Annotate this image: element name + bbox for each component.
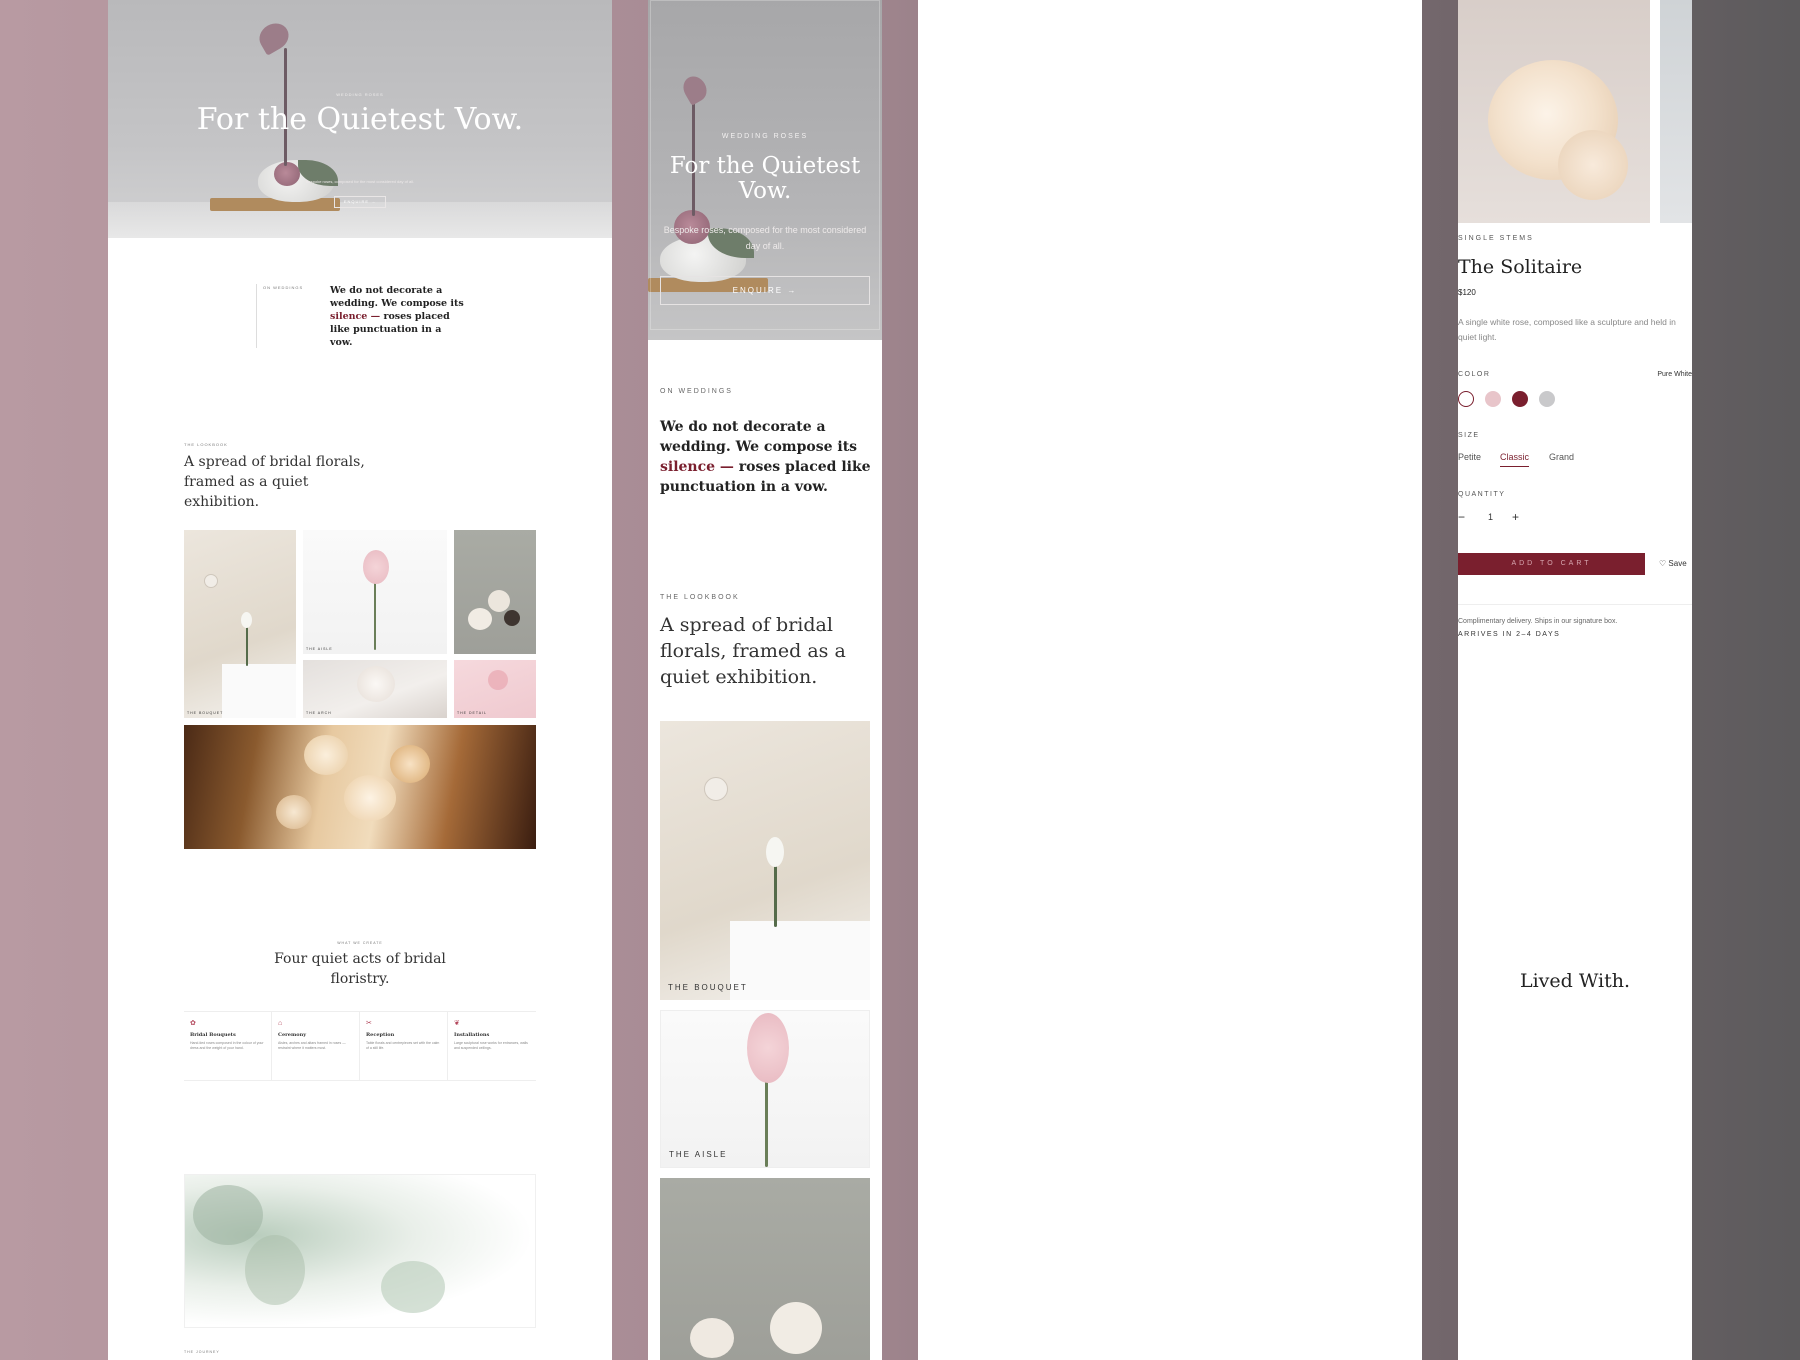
section-label: WHAT WE CREATE bbox=[337, 941, 383, 945]
section-label: THE JOURNEY bbox=[184, 1350, 220, 1354]
lookbook-photo-bouquet[interactable]: THE BOUQUET bbox=[184, 530, 296, 718]
enquire-button[interactable]: ENQUIRE → bbox=[334, 196, 386, 208]
add-to-cart-button[interactable]: ADD TO CART bbox=[1458, 553, 1645, 575]
desktop-home-panel: WEDDING ROSES For the Quietest Vow. Besp… bbox=[108, 0, 612, 1360]
lookbook-title: A spread of bridal florals, framed as a … bbox=[184, 454, 365, 510]
quantity-value[interactable]: 1 bbox=[1488, 512, 1493, 522]
lookbook-photo-arch[interactable]: THE ARCH bbox=[303, 660, 447, 718]
service-name: Installations bbox=[454, 1032, 490, 1038]
manifesto-text: We do not decorate a wedding. We compose… bbox=[330, 285, 464, 348]
manifesto-text: We do not decorate a wedding. We compose… bbox=[660, 419, 871, 495]
product-description: A single white rose, composed like a scu… bbox=[1458, 317, 1676, 342]
photo-caption: THE BOUQUET bbox=[187, 711, 224, 715]
hero-subtitle: Bespoke roses, composed for the most con… bbox=[663, 225, 867, 251]
lookbook-photo-aisle[interactable]: THE AISLE bbox=[303, 530, 447, 654]
hero-title: For the Quietest Vow. bbox=[669, 153, 861, 204]
service-description: Table florals and centrepieces set with … bbox=[366, 1041, 440, 1050]
hero-subtitle: Bespoke roses, composed for the most con… bbox=[305, 179, 415, 184]
swatch-burgundy[interactable] bbox=[1512, 391, 1528, 407]
hero-title: For the Quietest Vow. bbox=[196, 102, 524, 137]
lookbook-title: A spread of bridal florals, framed as a … bbox=[660, 614, 846, 688]
product-image-thumbnail[interactable] bbox=[1660, 0, 1692, 223]
utensils-icon: ✂ bbox=[366, 1020, 372, 1027]
service-name: Bridal Bouquets bbox=[190, 1032, 236, 1038]
hero-eyebrow: WEDDING ROSES bbox=[336, 92, 384, 97]
lookbook-photo-aisle[interactable]: THE AISLE bbox=[660, 1010, 870, 1168]
lookbook-photo-roses[interactable] bbox=[184, 725, 536, 849]
quantity-decrease-button[interactable]: − bbox=[1458, 510, 1465, 524]
swatch-white[interactable] bbox=[1458, 391, 1474, 407]
size-label: SIZE bbox=[1458, 432, 1480, 439]
product-category: SINGLE STEMS bbox=[1458, 235, 1534, 242]
mobile-home-panel: WEDDING ROSES For the Quietest Vow. Besp… bbox=[648, 0, 882, 1360]
divider bbox=[1458, 604, 1692, 605]
size-petite[interactable]: Petite bbox=[1458, 452, 1481, 466]
lookbook-photo-peonies[interactable] bbox=[660, 1178, 870, 1360]
service-bridal-bouquets[interactable]: ✿ Bridal Bouquets Hand-tied roses compos… bbox=[184, 1012, 272, 1080]
hero-image: WEDDING ROSES For the Quietest Vow. Besp… bbox=[108, 0, 612, 238]
shipping-note: Complimentary delivery. Ships in our sig… bbox=[1458, 618, 1618, 625]
photo-caption: THE AISLE bbox=[306, 647, 333, 651]
service-installations[interactable]: ❦ Installations Large sculptural rose wo… bbox=[448, 1012, 536, 1080]
size-classic[interactable]: Classic bbox=[1500, 452, 1530, 467]
service-description: Large sculptural rose works for entrance… bbox=[454, 1041, 528, 1050]
photo-caption: THE ARCH bbox=[306, 711, 332, 715]
services-title: Four quiet acts of bridal floristry. bbox=[274, 951, 446, 987]
photo-caption: THE AISLE bbox=[669, 1150, 728, 1159]
product-panel: SINGLE STEMS The Solitaire $120 A single… bbox=[1458, 0, 1692, 1360]
lookbook-photo-bouquet[interactable]: THE BOUQUET bbox=[660, 721, 870, 1000]
product-price: $120 bbox=[1458, 288, 1476, 297]
service-name: Reception bbox=[366, 1032, 395, 1038]
flower-icon: ✿ bbox=[190, 1020, 196, 1027]
size-grand[interactable]: Grand bbox=[1549, 452, 1574, 466]
delivery-estimate: ARRIVES IN 2–4 DAYS bbox=[1458, 631, 1561, 638]
arch-icon: ⌂ bbox=[278, 1020, 283, 1027]
service-reception[interactable]: ✂ Reception Table florals and centrepiec… bbox=[360, 1012, 448, 1080]
divider bbox=[184, 1080, 536, 1081]
sparkle-icon: ❦ bbox=[454, 1020, 460, 1027]
save-button[interactable]: ♡ Save bbox=[1659, 559, 1687, 568]
wooden-tray bbox=[210, 198, 340, 211]
service-name: Ceremony bbox=[278, 1032, 307, 1038]
blank-panel bbox=[918, 0, 1422, 1360]
section-label: ON WEDDINGS bbox=[263, 285, 304, 290]
color-value: Pure White bbox=[1657, 371, 1692, 378]
lived-with-heading: Lived With. bbox=[1519, 970, 1631, 992]
service-description: Hand-tied roses composed in the colour o… bbox=[190, 1041, 264, 1050]
section-label: THE LOOKBOOK bbox=[184, 442, 228, 447]
product-title: The Solitaire bbox=[1458, 256, 1583, 278]
product-image bbox=[1458, 0, 1650, 223]
photo-caption: THE BOUQUET bbox=[668, 983, 748, 992]
divider bbox=[256, 284, 257, 348]
anthurium-graphic bbox=[254, 18, 294, 56]
swatch-grey[interactable] bbox=[1539, 391, 1555, 407]
lookbook-photo-peonies[interactable] bbox=[454, 530, 536, 654]
quantity-label: QUANTITY bbox=[1458, 491, 1506, 498]
quantity-increase-button[interactable]: + bbox=[1512, 510, 1519, 524]
swatch-blush[interactable] bbox=[1485, 391, 1501, 407]
section-label: THE LOOKBOOK bbox=[660, 594, 740, 601]
service-description: Aisles, arches and altars framed in rose… bbox=[278, 1041, 346, 1050]
journey-photo bbox=[184, 1174, 536, 1328]
color-label: COLOR bbox=[1458, 371, 1491, 378]
hero-image: WEDDING ROSES For the Quietest Vow. Besp… bbox=[648, 0, 882, 340]
service-ceremony[interactable]: ⌂ Ceremony Aisles, arches and altars fra… bbox=[272, 1012, 360, 1080]
enquire-button[interactable]: ENQUIRE → bbox=[660, 276, 870, 305]
lookbook-photo-detail[interactable]: THE DETAIL bbox=[454, 660, 536, 718]
photo-caption: THE DETAIL bbox=[457, 711, 487, 715]
hero-eyebrow: WEDDING ROSES bbox=[721, 133, 809, 140]
section-label: ON WEDDINGS bbox=[660, 388, 733, 395]
heart-icon: ♡ bbox=[1659, 559, 1667, 568]
